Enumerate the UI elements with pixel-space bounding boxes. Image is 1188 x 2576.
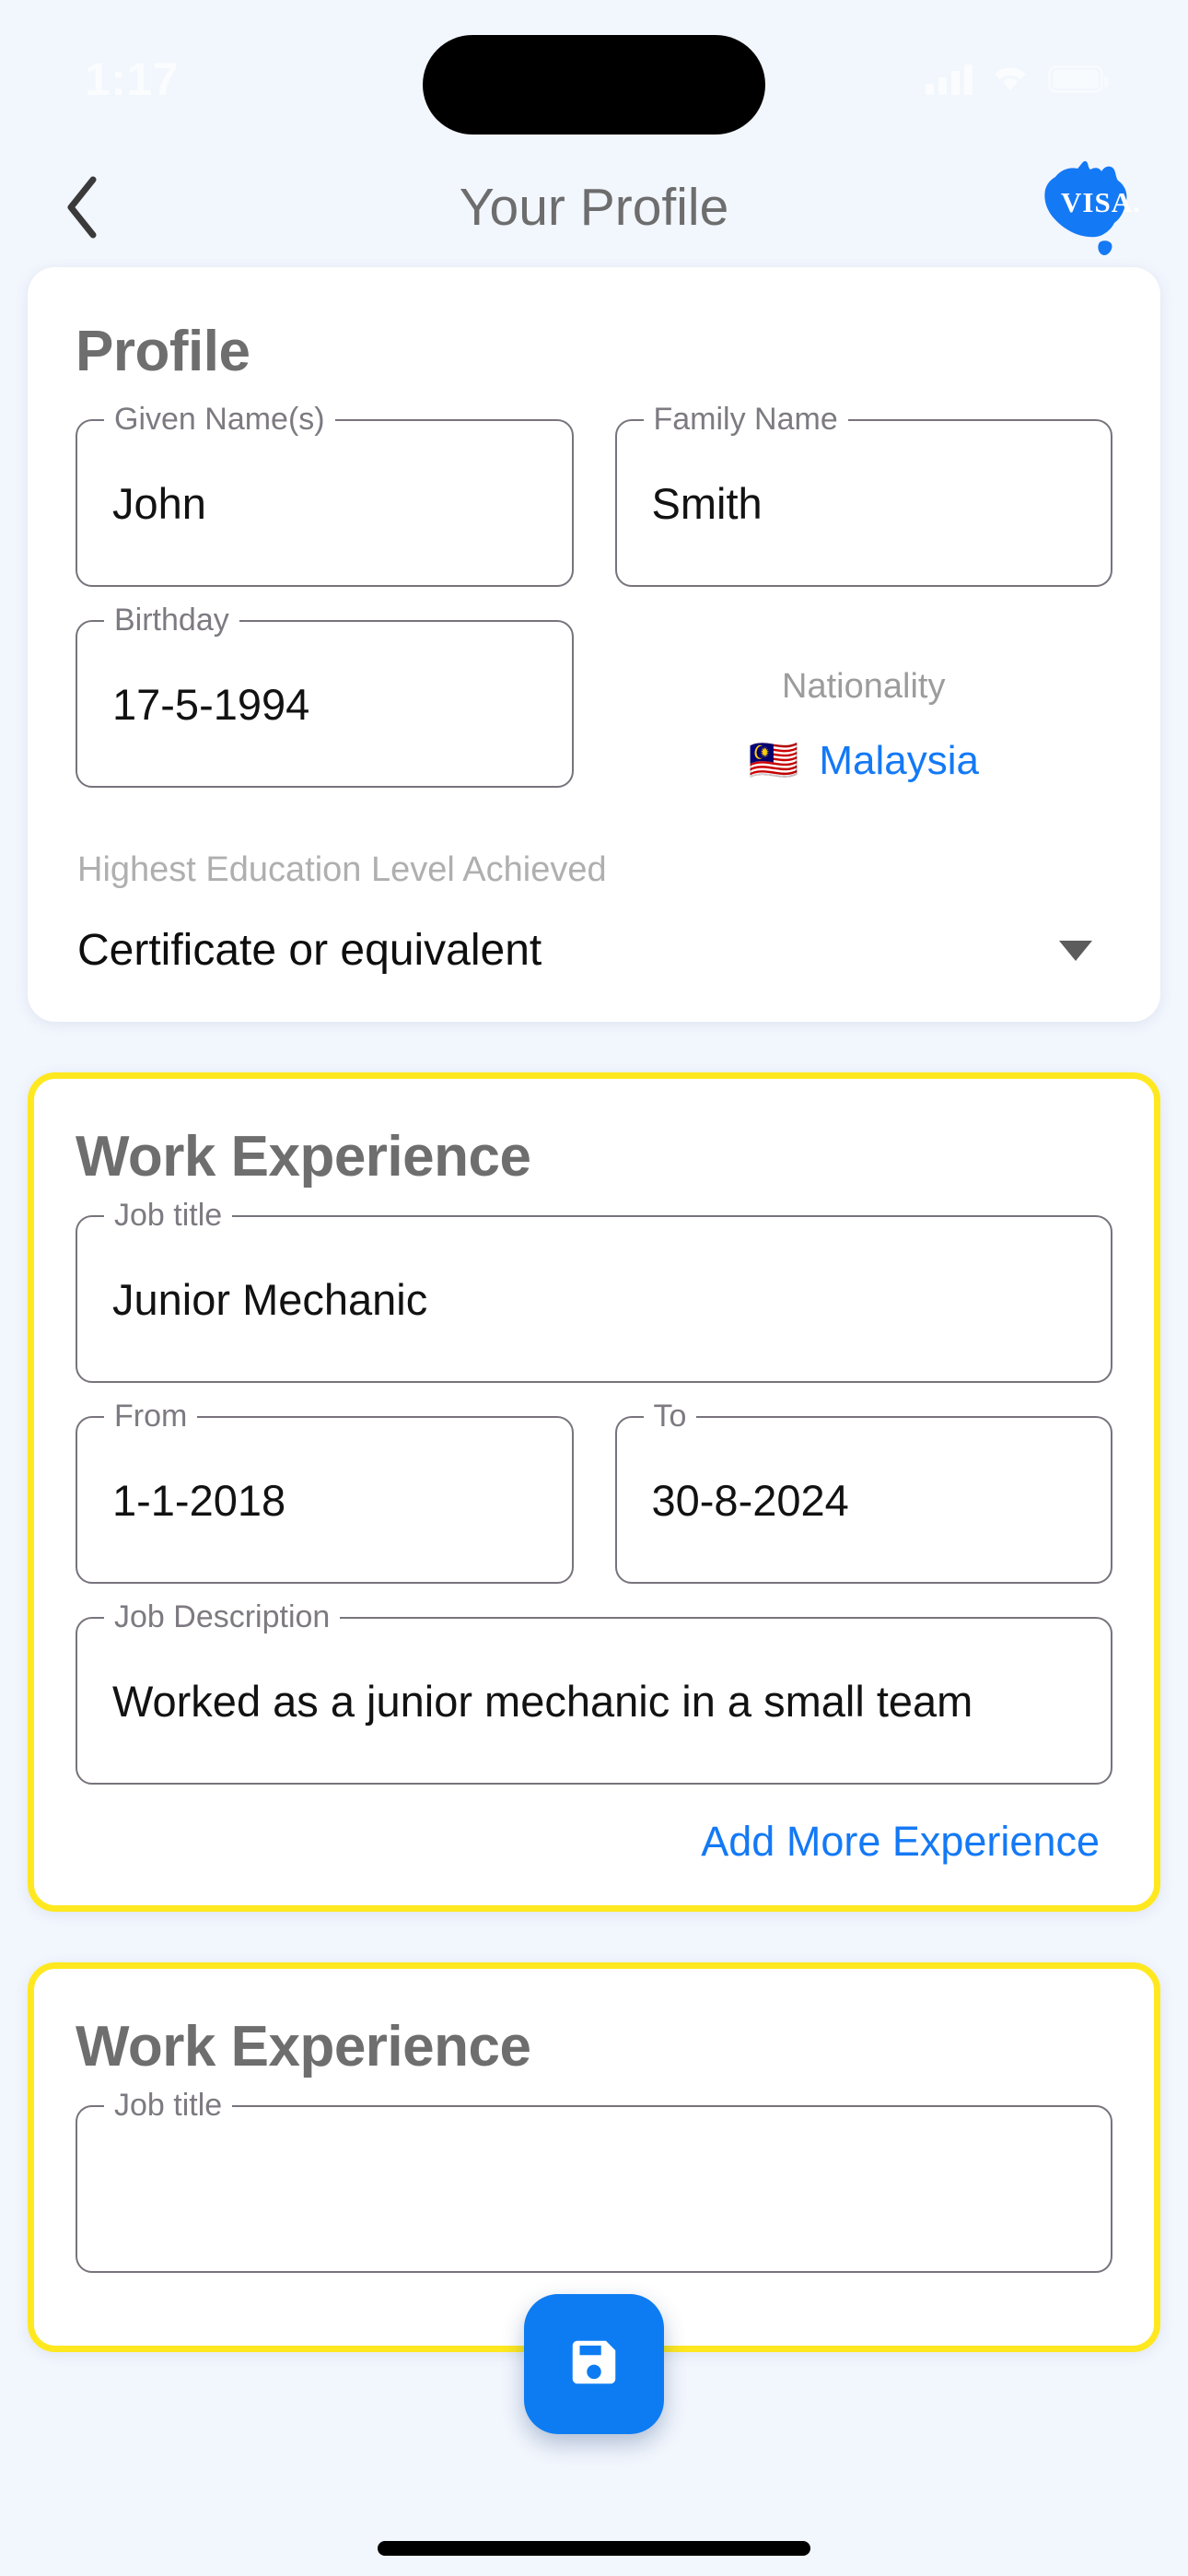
- family-name-label: Family Name: [643, 400, 848, 439]
- to-date-label-1: To: [643, 1397, 697, 1435]
- job-description-value-1: Worked as a junior mechanic in a small t…: [112, 1676, 973, 1726]
- work-experience-card-1: Work Experience Junior Mechanic Job titl…: [28, 1072, 1160, 1912]
- profile-card-title: Profile: [76, 320, 250, 383]
- to-date-value-1: 30-8-2024: [651, 1475, 849, 1525]
- job-description-field-1[interactable]: Worked as a junior mechanic in a small t…: [76, 1598, 1112, 1785]
- dates-row-1: 1-1-2018 From 30-8-2024 To: [76, 1397, 1112, 1617]
- wifi-icon: [989, 62, 1031, 98]
- work-experience-title-2: Work Experience: [76, 2015, 531, 2078]
- from-date-field-1[interactable]: 1-1-2018 From: [76, 1397, 574, 1584]
- save-button[interactable]: [524, 2294, 664, 2434]
- back-button[interactable]: [46, 170, 120, 244]
- birthday-field[interactable]: 17-5-1994 Birthday: [76, 601, 574, 788]
- to-date-field-1[interactable]: 30-8-2024 To: [614, 1397, 1112, 1584]
- status-icons: [926, 62, 1109, 98]
- job-description-label-1: Job Description: [104, 1598, 341, 1636]
- chevron-left-icon: [62, 174, 104, 240]
- education-dropdown[interactable]: Certificate or equivalent: [76, 925, 1112, 976]
- name-row: John Given Name(s) Smith Family Name: [76, 400, 1112, 620]
- nationality-value-row: 🇲🇾 Malaysia: [749, 738, 979, 784]
- given-name-value: John: [112, 478, 206, 528]
- given-name-label: Given Name(s): [104, 400, 335, 439]
- job-title-field-1[interactable]: Junior Mechanic Job title: [76, 1196, 1112, 1383]
- cellular-signal-icon: [926, 64, 973, 95]
- work-experience-title-1: Work Experience: [76, 1125, 531, 1188]
- battery-icon: [1048, 65, 1109, 93]
- nationality-label: Nationality: [782, 666, 946, 706]
- job-title-field-2[interactable]: Job title: [76, 2086, 1112, 2273]
- nationality-country: Malaysia: [819, 737, 979, 783]
- add-more-experience-link[interactable]: Add More Experience: [701, 1818, 1100, 1866]
- page-title: Your Profile: [459, 178, 729, 237]
- malaysia-flag-icon: 🇲🇾: [748, 737, 799, 783]
- job-title-value-1: Junior Mechanic: [112, 1274, 428, 1324]
- education-value: Certificate or equivalent: [77, 926, 542, 975]
- dynamic-island: [423, 35, 765, 135]
- scroll-content: Profile John Given Name(s) Smith Family …: [0, 267, 1188, 2352]
- profile-card: Profile John Given Name(s) Smith Family …: [28, 267, 1160, 1022]
- home-indicator: [378, 2541, 810, 2556]
- app-header: Your Profile VISA.: [0, 147, 1188, 267]
- add-experience-row: Add More Experience: [76, 1818, 1112, 1866]
- birthday-label: Birthday: [104, 601, 239, 639]
- from-date-value-1: 1-1-2018: [112, 1475, 286, 1525]
- chevron-down-icon: [1059, 940, 1092, 961]
- nationality-block[interactable]: Nationality 🇲🇾 Malaysia: [615, 620, 1113, 821]
- save-floppy-icon: [565, 2334, 623, 2395]
- from-date-label-1: From: [104, 1397, 198, 1435]
- job-title-label-1: Job title: [104, 1196, 233, 1235]
- australia-visa-logo[interactable]: VISA.: [1033, 157, 1142, 258]
- job-title-label-2: Job title: [104, 2086, 233, 2125]
- education-label: Highest Education Level Achieved: [77, 850, 607, 889]
- phone-screen: 1:17 Your Profile VISA. Profile John Giv…: [0, 0, 1188, 2576]
- status-time: 1:17: [85, 53, 180, 105]
- birthday-value: 17-5-1994: [112, 679, 310, 729]
- family-name-value: Smith: [651, 478, 763, 528]
- status-bar: 1:17: [0, 0, 1188, 147]
- birthday-nationality-row: 17-5-1994 Birthday Nationality 🇲🇾 Malays…: [76, 601, 1113, 821]
- family-name-field[interactable]: Smith Family Name: [614, 400, 1112, 587]
- given-name-field[interactable]: John Given Name(s): [76, 400, 574, 587]
- svg-text:VISA.: VISA.: [1061, 186, 1141, 218]
